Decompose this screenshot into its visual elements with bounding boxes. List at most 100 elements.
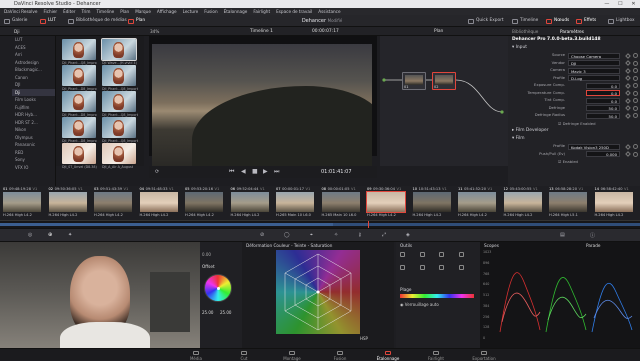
film-enabled-row[interactable]: ☑ Enabled bbox=[508, 158, 640, 166]
keyframe-icon[interactable] bbox=[625, 105, 631, 111]
menu-item-4[interactable]: Timeline bbox=[96, 8, 114, 15]
timeline-clip[interactable]: 05 09:53:20:16 V1 H.264 High L4.2 bbox=[185, 186, 224, 220]
timeline-clip[interactable]: 12 05:43:00:55 V1 H.264 High L4.2 bbox=[503, 186, 543, 220]
hsp-mode[interactable]: HSP bbox=[360, 336, 368, 341]
lut-folder-item[interactable]: Blackmagic... bbox=[12, 66, 55, 74]
lut-thumbnail[interactable] bbox=[62, 143, 96, 164]
timeline-clip[interactable]: 11 05:41:52:20 V1 H.264 High L4.2 bbox=[458, 186, 497, 220]
auto-lock-toggle[interactable]: ◉ Verrouillage auto bbox=[400, 302, 439, 307]
lut-thumbnail[interactable] bbox=[102, 117, 136, 138]
reset-icon[interactable] bbox=[633, 53, 638, 58]
lut-folder-item[interactable]: LUT bbox=[12, 36, 55, 44]
sizing-icon[interactable]: ⤢ bbox=[382, 232, 386, 238]
offset-wheel-handle[interactable] bbox=[217, 287, 220, 290]
param-dropdown[interactable]: D-Log bbox=[568, 75, 620, 82]
clip-button[interactable]: Plan bbox=[128, 17, 145, 25]
curves-icon[interactable]: ⊕ bbox=[48, 232, 52, 238]
lut-folder-item[interactable]: Astrodesign bbox=[12, 59, 55, 67]
skip-back-icon[interactable]: ⏮ bbox=[229, 166, 234, 178]
keyframe-icon[interactable] bbox=[625, 52, 631, 59]
effects-button[interactable]: Effets bbox=[576, 17, 596, 25]
keyframe-icon[interactable] bbox=[625, 143, 631, 150]
timeline-clip[interactable]: 08 00:00:01:05 V1 H.265 Main 10 L6.0 bbox=[321, 186, 361, 220]
param-number-field[interactable]: 50.0 bbox=[586, 105, 620, 112]
lut-folder-item[interactable]: Nikon bbox=[12, 126, 55, 134]
lut-thumbnail[interactable] bbox=[102, 91, 136, 112]
param-number-field[interactable]: 0.0 bbox=[586, 97, 620, 104]
timeline-clip[interactable]: 04 09:51:48:33 V1 H.264 High L4.2 bbox=[139, 186, 179, 220]
param-dropdown[interactable]: Mavic 3 bbox=[568, 67, 620, 74]
reset-icon[interactable] bbox=[633, 75, 638, 81]
quick-export-button[interactable]: Quick Export bbox=[468, 17, 504, 25]
param-number-field[interactable]: 0.0 bbox=[586, 90, 620, 97]
tool-pin-icon[interactable] bbox=[439, 252, 444, 257]
reset-icon[interactable] bbox=[633, 113, 638, 118]
timeline-name[interactable]: Timeline 1 bbox=[250, 27, 273, 36]
lut-folder-item[interactable]: Film Looks bbox=[12, 96, 55, 104]
qualifier-icon[interactable]: ⊘ bbox=[260, 232, 264, 238]
tab-library[interactable]: Bibliothèque bbox=[512, 27, 538, 36]
lut-thumbnail[interactable] bbox=[102, 143, 136, 164]
lightbox-button[interactable]: Lightbox bbox=[608, 17, 635, 25]
maximize-button[interactable]: ☐ bbox=[618, 0, 622, 8]
menu-item-13[interactable]: Assistance bbox=[318, 8, 340, 15]
menu-item-11[interactable]: Fairlight bbox=[253, 8, 270, 15]
keyframe-icon[interactable] bbox=[625, 90, 631, 96]
lut-thumbnail[interactable] bbox=[62, 117, 96, 138]
lut-folder-item[interactable]: Sony bbox=[12, 156, 55, 164]
tool-select-icon[interactable] bbox=[400, 252, 405, 257]
loop-icon[interactable]: ⟳ bbox=[155, 166, 159, 178]
reset-icon[interactable] bbox=[633, 68, 638, 73]
timeline-clip[interactable]: 10 10:51:43:13 V1 H.264 High L4.2 bbox=[412, 186, 452, 220]
reset-icon[interactable] bbox=[633, 83, 638, 88]
lut-folder-item[interactable]: Panasonic bbox=[12, 141, 55, 149]
key-icon[interactable]: ⚷ bbox=[358, 232, 362, 238]
mini-timeline[interactable] bbox=[0, 220, 640, 229]
lut-folder-item[interactable]: RED bbox=[12, 149, 55, 157]
defringe-checkbox-row[interactable]: ☑ Defringe Enabled bbox=[508, 120, 640, 128]
lut-folder-item[interactable]: Dji bbox=[12, 88, 55, 96]
color-warper-icon[interactable]: ✦ bbox=[68, 232, 72, 238]
param-dropdown[interactable]: DJI bbox=[568, 60, 620, 67]
node-01[interactable]: 01 bbox=[402, 72, 426, 90]
reset-icon[interactable] bbox=[633, 90, 638, 96]
keyframe-icon[interactable] bbox=[625, 60, 631, 66]
lut-folder-item[interactable]: Canon bbox=[12, 74, 55, 82]
menu-item-12[interactable]: Espace de travail bbox=[276, 8, 312, 15]
timeline-clip[interactable]: 09 09:30:36:04 V1 H.264 High L4.2 bbox=[366, 186, 406, 220]
lut-folder-item[interactable]: Fujifilm bbox=[12, 104, 55, 112]
3d-icon[interactable]: ◈ bbox=[406, 232, 410, 238]
timeline-clip[interactable]: 06 09:52:04:44 V1 H.264 High L4.2 bbox=[230, 186, 270, 220]
tool-smooth-icon[interactable] bbox=[458, 252, 464, 257]
wheels-icon[interactable]: ◎ bbox=[28, 232, 32, 238]
offset-value-2[interactable]: 25.00 bbox=[220, 310, 231, 315]
play-reverse-icon[interactable]: ◀ bbox=[241, 166, 246, 178]
reset-icon[interactable] bbox=[633, 151, 638, 157]
param-number-field[interactable]: 0.000 bbox=[586, 151, 620, 158]
keyframe-icon[interactable] bbox=[625, 97, 631, 104]
stop-icon[interactable]: ■ bbox=[252, 166, 258, 178]
lut-thumbnail[interactable] bbox=[62, 91, 96, 112]
menu-item-8[interactable]: Lecture bbox=[183, 8, 199, 15]
play-icon[interactable]: ▶ bbox=[263, 166, 268, 178]
timeline-clip[interactable]: 02 09:50:36:05 V1 H.264 High L4.2 bbox=[48, 186, 88, 220]
lut-thumbnail[interactable] bbox=[62, 65, 96, 86]
lut-folder-item[interactable]: DJI bbox=[12, 81, 55, 89]
lut-folder-item[interactable]: Olympus bbox=[12, 134, 55, 142]
reset-icon[interactable] bbox=[633, 105, 638, 111]
menu-item-3[interactable]: Trim bbox=[82, 8, 91, 15]
lut-thumbnail[interactable] bbox=[102, 65, 136, 86]
menu-item-10[interactable]: Étalonnage bbox=[224, 8, 248, 15]
lut-folder-item[interactable]: ACES bbox=[12, 44, 55, 52]
nodes-button[interactable]: Nœuds bbox=[546, 17, 569, 25]
keyframe-icon[interactable] bbox=[625, 82, 631, 89]
menu-item-5[interactable]: Plan bbox=[120, 8, 129, 15]
lut-folder-item[interactable]: VFX IO bbox=[12, 164, 55, 172]
close-button[interactable]: ✕ bbox=[631, 0, 635, 8]
lut-thumbnail[interactable] bbox=[62, 39, 96, 60]
warper-mesh[interactable] bbox=[276, 250, 360, 334]
tool-pick-icon[interactable] bbox=[419, 265, 425, 270]
lut-button[interactable]: LUT bbox=[40, 17, 56, 25]
lut-thumbnail[interactable] bbox=[101, 38, 137, 61]
section-film[interactable]: ▾ Film bbox=[508, 135, 640, 143]
